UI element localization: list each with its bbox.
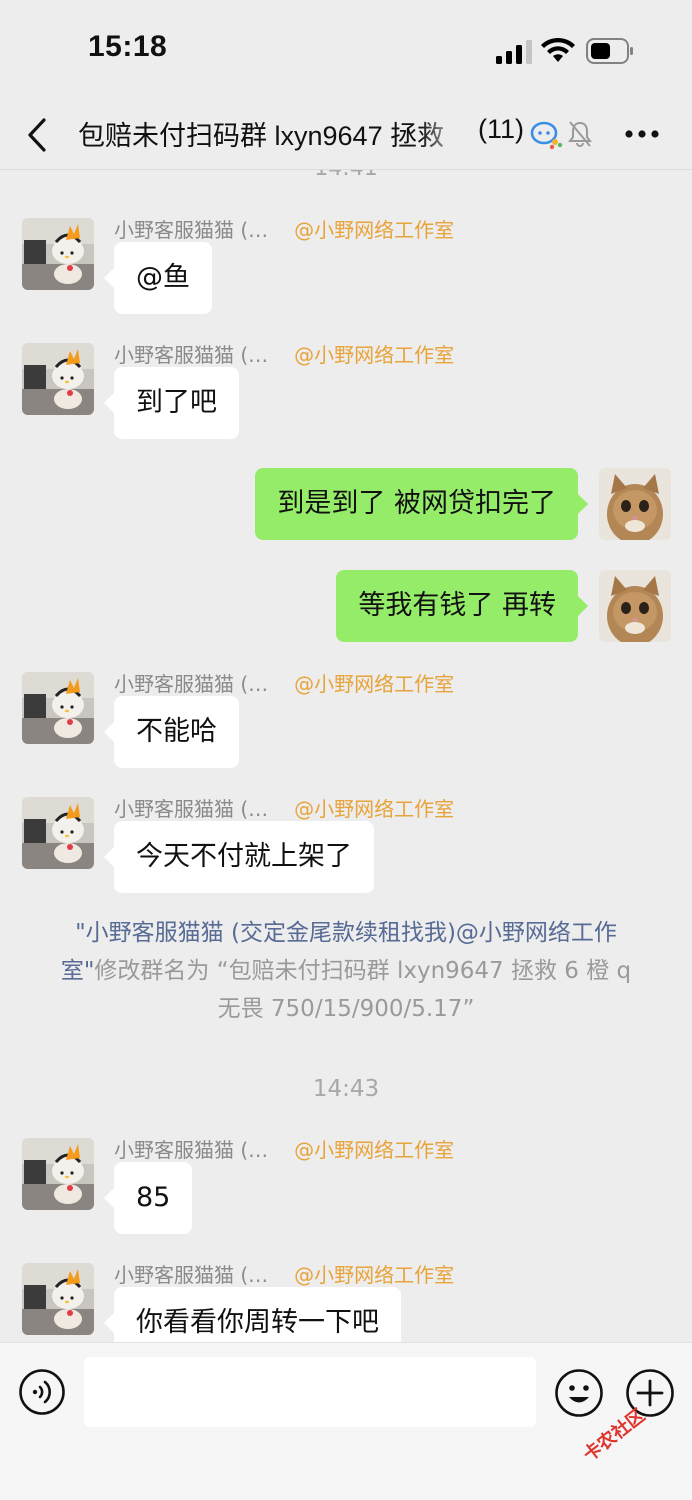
timestamp: 14:41 bbox=[0, 170, 692, 181]
message-bubble[interactable]: 到了吧 bbox=[104, 367, 239, 439]
message-bubble[interactable]: 不能哈 bbox=[104, 696, 239, 768]
sender-name: 小野客服猫猫 (… @小野网络工作室 bbox=[114, 218, 455, 242]
avatar[interactable] bbox=[22, 343, 94, 415]
sender-name: 小野客服猫猫 (… @小野网络工作室 bbox=[114, 1263, 455, 1287]
wecom-icon bbox=[530, 121, 563, 150]
avatar[interactable] bbox=[22, 672, 94, 744]
timestamp: 14:43 bbox=[312, 1076, 380, 1102]
sender-tag: @小野网络工作室 bbox=[294, 343, 455, 367]
sender-name: 小野客服猫猫 (… @小野网络工作室 bbox=[114, 1138, 455, 1162]
status-time: 15:18 bbox=[88, 30, 168, 63]
battery-icon bbox=[586, 38, 633, 64]
message-bubble[interactable]: @鱼 bbox=[104, 242, 212, 314]
input-bar bbox=[0, 1342, 692, 1500]
message-bubble[interactable]: 85 bbox=[103, 1162, 193, 1234]
system-message: "小野客服猫猫 (交定金尾款续租找我)@小野网络工作室"修改群名为 “包赔未付扫… bbox=[50, 914, 642, 1028]
avatar[interactable] bbox=[599, 468, 671, 540]
system-message-text: 修改群名为 “包赔未付扫码群 lxyn9647 拯救 6 橙 q 无畏 750/… bbox=[94, 958, 632, 1022]
message-bubble[interactable]: 到是到了 被网贷扣完了 bbox=[255, 468, 588, 540]
message-bubble[interactable]: 今天不付就上架了 bbox=[104, 821, 374, 893]
avatar[interactable] bbox=[22, 797, 94, 869]
member-count: (11) bbox=[478, 114, 525, 144]
voice-icon[interactable] bbox=[18, 1368, 66, 1416]
avatar[interactable] bbox=[22, 1138, 94, 1210]
sender-name: 小野客服猫猫 (… @小野网络工作室 bbox=[114, 797, 455, 821]
message-bubble[interactable]: 等我有钱了 再转 bbox=[336, 570, 588, 642]
wifi-icon bbox=[541, 37, 575, 62]
message-bubble[interactable]: 你看看你周转一下吧 bbox=[104, 1287, 401, 1342]
emoji-icon[interactable] bbox=[554, 1368, 604, 1418]
chat-header: 包赔未付扫码群 lxyn9647 拯救 (11) bbox=[0, 100, 692, 170]
title-fade bbox=[420, 108, 480, 158]
sender-tag: @小野网络工作室 bbox=[294, 1138, 455, 1162]
sender-tag: @小野网络工作室 bbox=[294, 672, 455, 696]
signal-icon bbox=[496, 40, 532, 64]
back-icon[interactable] bbox=[24, 116, 52, 154]
sender-tag: @小野网络工作室 bbox=[294, 797, 455, 821]
sender-name: 小野客服猫猫 (… @小野网络工作室 bbox=[114, 343, 455, 367]
avatar[interactable] bbox=[599, 570, 671, 642]
sender-tag: @小野网络工作室 bbox=[294, 1263, 455, 1287]
mute-icon bbox=[568, 121, 592, 147]
message-input[interactable] bbox=[84, 1357, 536, 1427]
more-icon[interactable] bbox=[624, 128, 660, 140]
avatar[interactable] bbox=[22, 218, 94, 290]
sender-name: 小野客服猫猫 (… @小野网络工作室 bbox=[114, 672, 455, 696]
status-bar: 15:18 bbox=[0, 0, 692, 100]
sender-tag: @小野网络工作室 bbox=[294, 218, 455, 242]
message-list[interactable]: 14:41 小野客服猫猫 (…@小野网络工作室 @鱼 bbox=[0, 170, 692, 1342]
avatar[interactable] bbox=[22, 1263, 94, 1335]
